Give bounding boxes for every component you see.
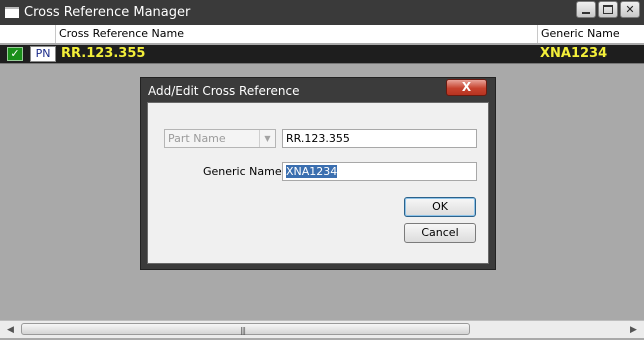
grip-icon: ||| xyxy=(240,326,246,335)
maximize-button[interactable] xyxy=(598,1,618,18)
title-bar[interactable]: Cross Reference Manager ✕ xyxy=(0,0,644,25)
maximize-icon xyxy=(603,5,613,14)
scroll-left-arrow-icon[interactable]: ◀ xyxy=(2,321,19,338)
cross-reference-manager-window: Cross Reference Manager ✕ Cross Referenc… xyxy=(0,0,644,340)
grid-header: Cross Reference Name Generic Name xyxy=(0,25,644,44)
window-title: Cross Reference Manager xyxy=(24,5,191,20)
part-name-input[interactable]: RR.123.355 xyxy=(282,129,477,148)
dialog-body: Part Name ▼ RR.123.355 Generic Name : XN… xyxy=(147,102,489,264)
add-edit-cross-reference-dialog: Add/Edit Cross Reference X Part Name ▼ R… xyxy=(140,77,496,270)
minimize-icon xyxy=(582,11,590,14)
header-blank-cell xyxy=(0,25,56,43)
window-controls: ✕ xyxy=(576,1,640,18)
column-header-cross-reference-name[interactable]: Cross Reference Name xyxy=(56,25,538,43)
table-row[interactable]: ✓ PN RR.123.355 XNA1234 xyxy=(0,45,644,64)
dialog-close-button[interactable]: X xyxy=(446,79,487,96)
dialog-title: Add/Edit Cross Reference xyxy=(148,84,300,98)
column-header-generic-name[interactable]: Generic Name xyxy=(538,25,644,43)
close-icon: ✕ xyxy=(625,3,635,16)
generic-name-label: Generic Name : xyxy=(203,165,289,178)
minimize-button[interactable] xyxy=(576,1,596,18)
generic-name-input[interactable]: XNA1234 xyxy=(282,162,477,181)
cancel-button[interactable]: Cancel xyxy=(404,223,476,243)
generic-name-cell: XNA1234 xyxy=(540,46,608,61)
name-type-select-value: Part Name xyxy=(168,132,226,145)
scroll-right-arrow-icon[interactable]: ▶ xyxy=(625,321,642,338)
type-badge: PN xyxy=(30,46,56,62)
generic-name-selected-text: XNA1234 xyxy=(286,165,338,178)
ok-button[interactable]: OK xyxy=(404,197,476,217)
scrollbar-thumb[interactable]: ||| xyxy=(21,323,470,335)
close-button[interactable]: ✕ xyxy=(620,1,640,18)
horizontal-scrollbar[interactable]: ◀ ||| ▶ xyxy=(0,320,644,338)
chevron-down-icon[interactable]: ▼ xyxy=(259,130,275,147)
name-type-select[interactable]: Part Name ▼ xyxy=(164,129,276,148)
row-checkbox[interactable]: ✓ xyxy=(7,47,23,61)
window-icon xyxy=(5,7,19,18)
cross-reference-name-cell: RR.123.355 xyxy=(61,46,146,61)
